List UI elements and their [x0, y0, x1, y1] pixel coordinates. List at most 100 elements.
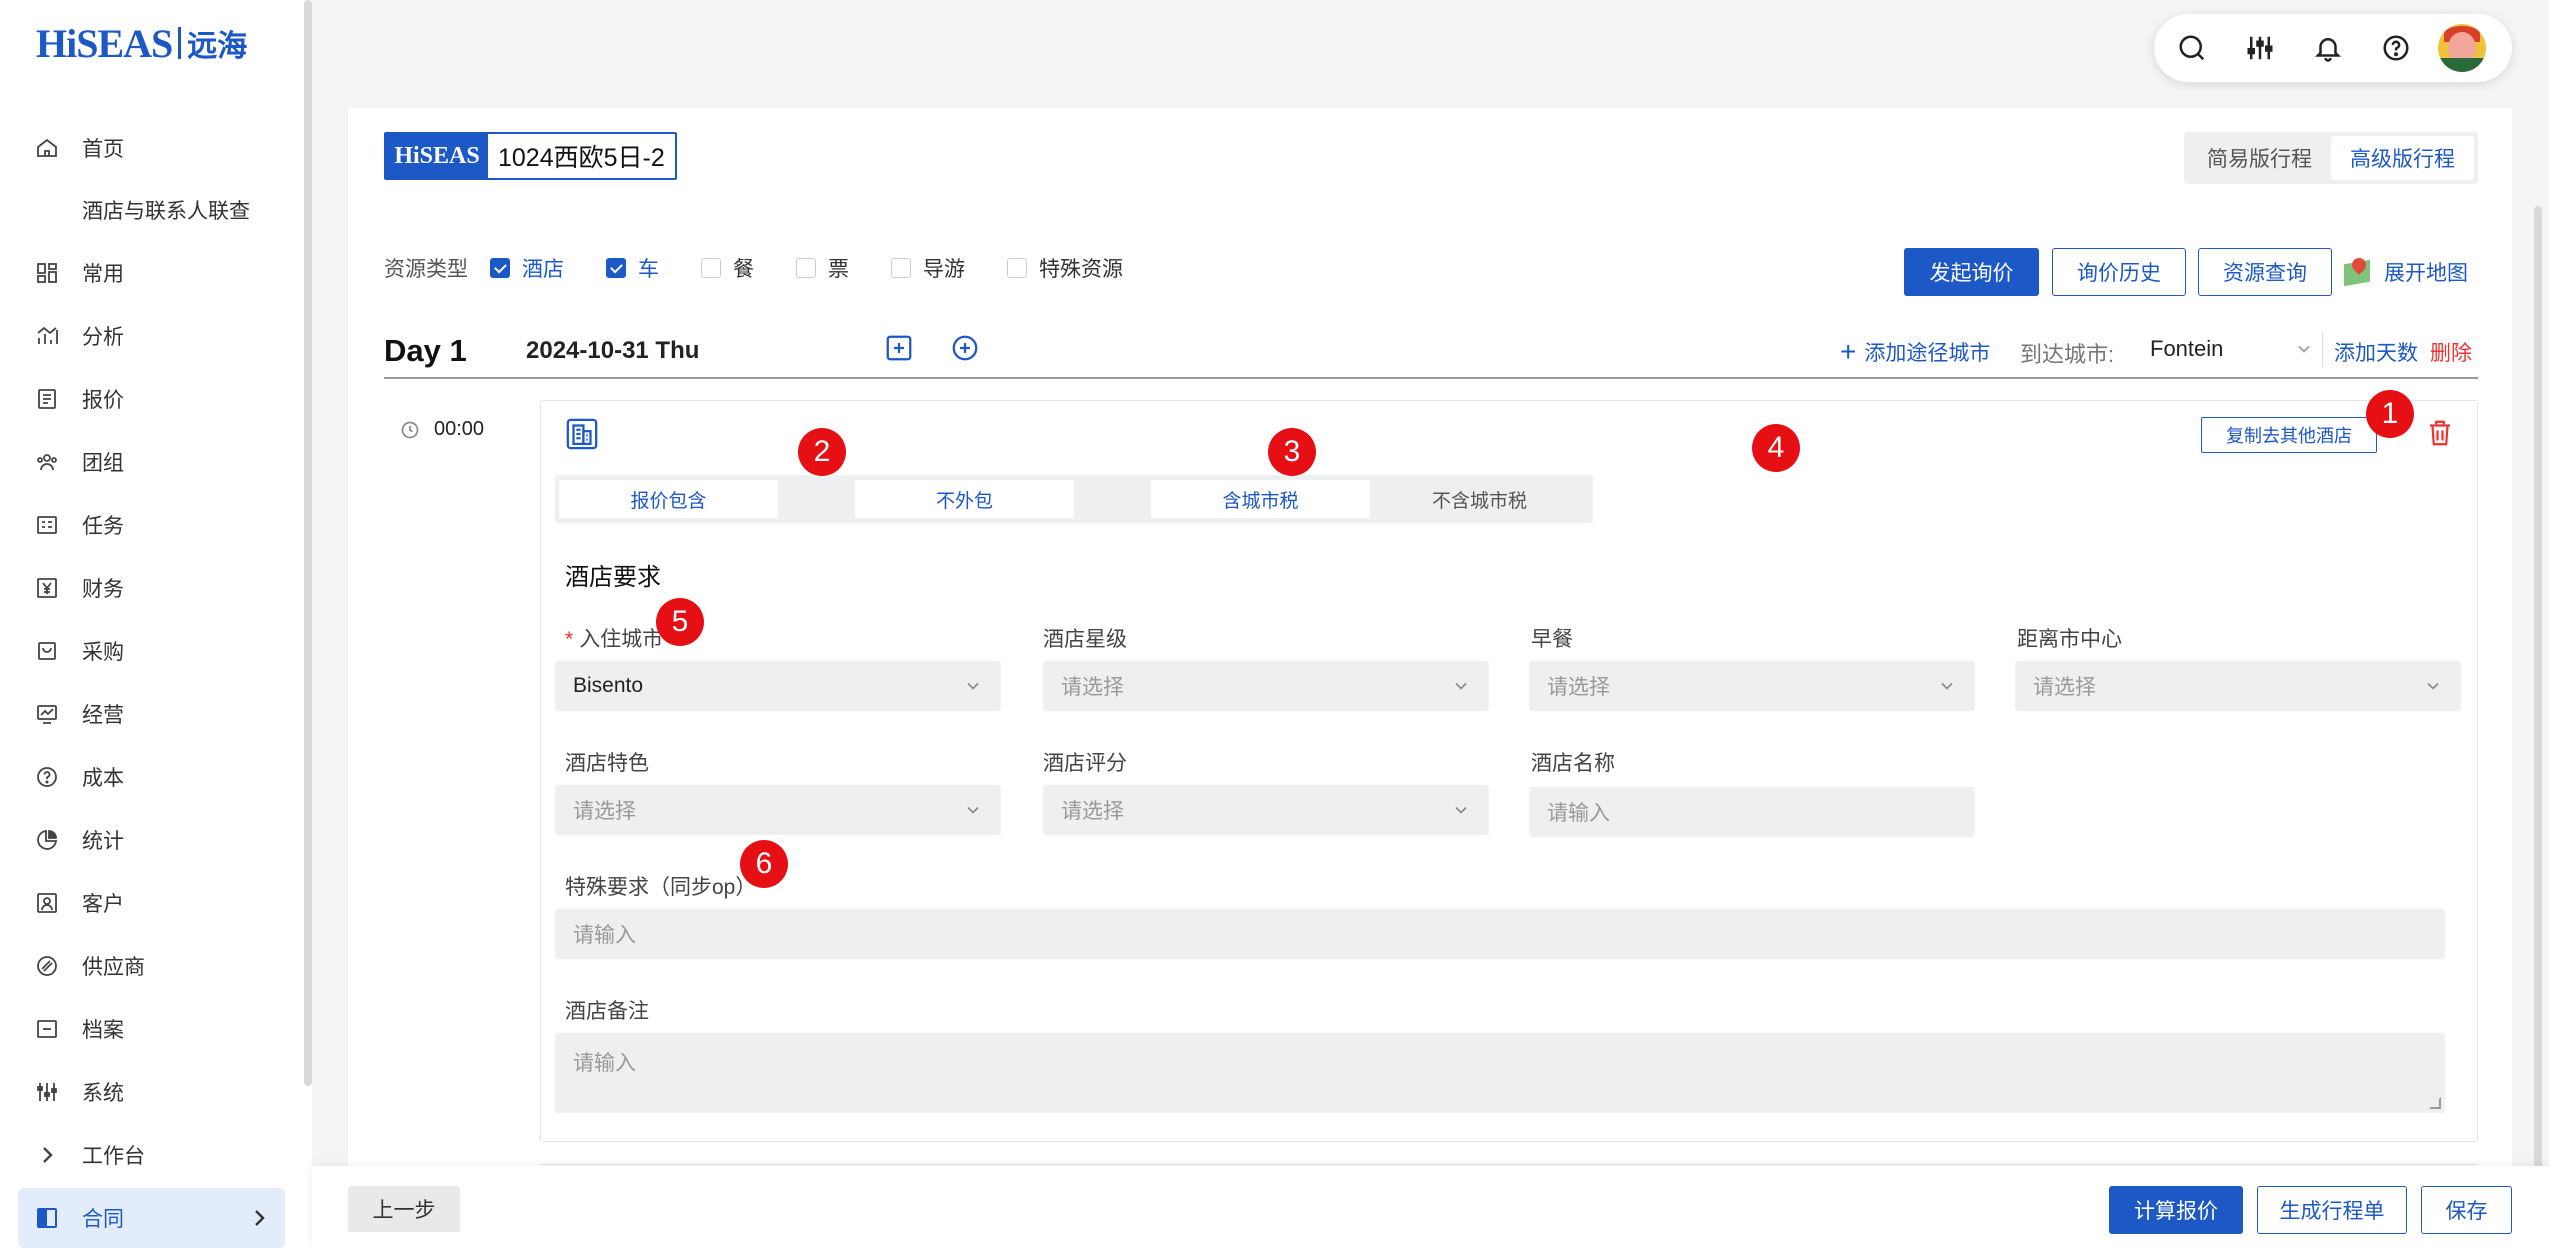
special-request-input[interactable]: 请输入 — [555, 909, 2445, 959]
add-route-city-button[interactable]: + 添加途径城市 — [1840, 337, 1990, 367]
sidebar-item-cost[interactable]: 成本 — [18, 747, 285, 807]
bottom-action-bar: 上一步 计算报价 生成行程单 保存 — [312, 1166, 2549, 1251]
quote-include-option[interactable]: 报价包含 — [559, 480, 778, 518]
distance-center-select[interactable]: 请选择 — [2015, 661, 2461, 711]
mode-simple-option[interactable]: 简易版行程 — [2188, 136, 2331, 180]
sidebar-scrollbar[interactable] — [304, 0, 312, 1086]
resource-guide-checkbox[interactable]: 导游 — [891, 253, 965, 283]
chevron-down-icon — [1455, 682, 1467, 690]
sidebar-item-label: 首页 — [82, 138, 124, 161]
resource-meal-checkbox[interactable]: 餐 — [701, 253, 754, 283]
sidebar-item-label: 档案 — [82, 1019, 124, 1042]
hotel-remark-label: 酒店备注 — [565, 1000, 649, 1023]
sidebar-item-workbench[interactable]: 工作台 — [18, 1125, 285, 1185]
sidebar-item-label: 团组 — [82, 452, 124, 475]
sidebar-item-archive[interactable]: 档案 — [18, 999, 285, 1059]
select-placeholder: 请选择 — [1061, 676, 1124, 699]
start-inquiry-button[interactable]: 发起询价 — [1904, 248, 2039, 296]
hotel-name-input[interactable]: 请输入 — [1529, 787, 1975, 837]
help-icon — [2383, 35, 2409, 61]
select-placeholder: 请选择 — [2033, 676, 2096, 699]
resource-ticket-checkbox[interactable]: 票 — [796, 253, 849, 283]
resource-type-label: 资源类型 — [384, 258, 468, 281]
input-placeholder: 请输入 — [1547, 802, 1610, 825]
generate-itinerary-button[interactable]: 生成行程单 — [2257, 1186, 2407, 1234]
annotation-badge-3: 3 — [1268, 428, 1316, 476]
sidebar-item-statistics[interactable]: 统计 — [18, 810, 285, 870]
sidebar-item-task[interactable]: 任务 — [18, 495, 285, 555]
chart-icon — [34, 323, 60, 349]
main-scrollbar[interactable] — [2534, 206, 2542, 1206]
bag-icon — [34, 638, 60, 664]
arrive-city-select[interactable]: Fontein — [2140, 327, 2314, 371]
sidebar-item-analysis[interactable]: 分析 — [18, 306, 285, 366]
chevron-down-icon — [1455, 806, 1467, 814]
resource-hotel-checkbox[interactable]: 酒店 — [490, 253, 564, 283]
delete-hotel-button[interactable] — [2425, 417, 2455, 449]
avatar[interactable] — [2438, 24, 2486, 72]
not-outsourced-option[interactable]: 不外包 — [855, 480, 1074, 518]
sidebar-item-system[interactable]: 系统 — [18, 1062, 285, 1122]
checkbox-label: 特殊资源 — [1039, 258, 1123, 281]
sidebar-item-purchase[interactable]: 采购 — [18, 621, 285, 681]
hotel-feature-label: 酒店特色 — [565, 752, 649, 775]
add-day-button[interactable]: 添加天数 — [2334, 337, 2418, 367]
checkbox-box — [490, 258, 510, 278]
sidebar-item-finance[interactable]: 财务 — [18, 558, 285, 618]
hotel-remark-textarea[interactable]: 请输入 — [555, 1033, 2445, 1113]
with-city-tax-option[interactable]: 含城市税 — [1151, 480, 1370, 518]
resize-handle[interactable] — [2429, 1097, 2441, 1109]
sidebar-item-contract[interactable]: 合同 — [18, 1188, 285, 1248]
grid-icon — [34, 260, 60, 286]
breakfast-select[interactable]: 请选择 — [1529, 661, 1975, 711]
sidebar-item-label: 任务 — [82, 515, 124, 538]
expand-map-button[interactable]: 展开地图 — [2342, 248, 2478, 296]
folder-icon — [34, 1016, 60, 1042]
save-button[interactable]: 保存 — [2421, 1186, 2512, 1234]
add-circle-icon[interactable] — [950, 333, 980, 363]
delete-day-button[interactable]: 删除 — [2430, 337, 2472, 367]
tour-logo: HiSEAS — [386, 134, 488, 178]
sidebar-item-home[interactable]: 首页 — [18, 118, 285, 178]
group-icon — [34, 449, 60, 475]
hotel-rating-select[interactable]: 请选择 — [1043, 785, 1489, 835]
settings-button[interactable] — [2236, 24, 2284, 72]
notification-button[interactable] — [2304, 24, 2352, 72]
sidebar-item-hotel-contacts[interactable]: 酒店与联系人联查 — [18, 180, 285, 240]
copy-to-other-hotel-button[interactable]: 复制去其他酒店 — [2201, 417, 2377, 453]
annotation-badge-2: 2 — [798, 428, 846, 476]
logo[interactable]: HiSEAS 远海 — [36, 16, 247, 70]
resource-car-checkbox[interactable]: 车 — [606, 253, 659, 283]
mode-advanced-option[interactable]: 高级版行程 — [2331, 136, 2474, 180]
hotel-star-select[interactable]: 请选择 — [1043, 661, 1489, 711]
resource-query-button[interactable]: 资源查询 — [2198, 248, 2332, 296]
sliders-icon — [34, 1079, 60, 1105]
logo-text: HiSEAS — [36, 20, 173, 66]
resource-special-checkbox[interactable]: 特殊资源 — [1007, 253, 1123, 283]
previous-step-button[interactable]: 上一步 — [348, 1186, 460, 1232]
sidebar-item-customer[interactable]: 客户 — [18, 873, 285, 933]
question-circle-icon — [34, 764, 60, 790]
tour-name-tag[interactable]: HiSEAS 1024西欧5日-2 — [384, 132, 677, 180]
sidebar-item-operation[interactable]: 经营 — [18, 684, 285, 744]
logo-divider — [178, 27, 182, 59]
hotel-feature-select[interactable]: 请选择 — [555, 785, 1001, 835]
chevron-down-icon — [967, 682, 979, 690]
sidebar-item-group[interactable]: 团组 — [18, 432, 285, 492]
without-city-tax-option[interactable]: 不含城市税 — [1370, 480, 1589, 518]
sidebar-item-quote[interactable]: 报价 — [18, 369, 285, 429]
sidebar-item-supplier[interactable]: 供应商 — [18, 936, 285, 996]
calculate-quote-button[interactable]: 计算报价 — [2109, 1186, 2243, 1234]
checkin-city-select[interactable]: Bisento — [555, 661, 1001, 711]
search-button[interactable] — [2168, 24, 2216, 72]
checkbox-box — [1007, 258, 1027, 278]
add-square-icon[interactable] — [884, 333, 914, 363]
inquiry-history-button[interactable]: 询价历史 — [2052, 248, 2186, 296]
checkbox-label: 餐 — [733, 258, 754, 281]
help-button[interactable] — [2372, 24, 2420, 72]
select-placeholder: 请选择 — [1061, 800, 1124, 823]
sidebar-item-common[interactable]: 常用 — [18, 243, 285, 303]
select-placeholder: 请选择 — [573, 800, 636, 823]
sidebar-item-label: 客户 — [82, 893, 124, 916]
sidebar-item-label: 统计 — [82, 830, 124, 853]
